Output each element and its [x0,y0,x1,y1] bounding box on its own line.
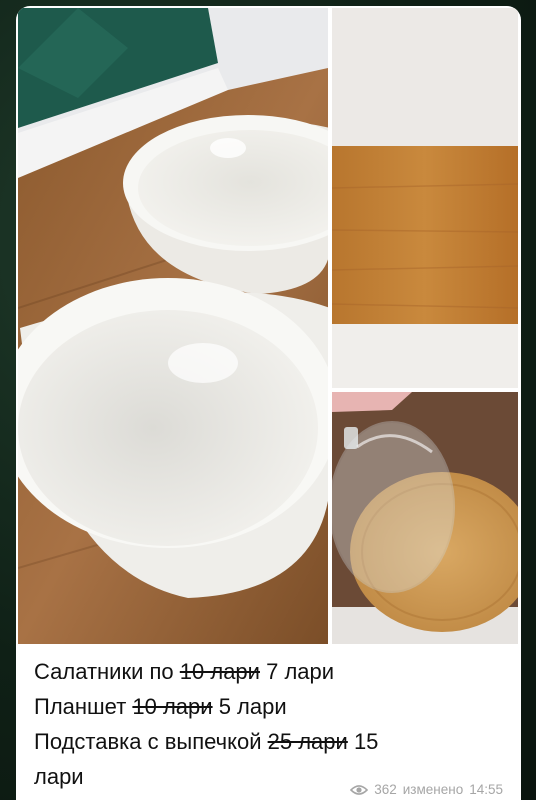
wooden-board-image [332,8,518,388]
photo-wooden-board[interactable] [332,8,518,388]
caption-line-cake-stand: Подставка с выпечкой 25 лари 15 [34,724,504,759]
item-label: Планшет [34,694,127,719]
caption-line-salad-bowls: Салатники по 10 лари 7 лари [34,654,504,689]
message-caption: Салатники по 10 лари 7 лари Планшет 10 л… [34,654,504,794]
item-label: Салатники по [34,659,174,684]
caption-line-tablet: Планшет 10 лари 5 лари [34,689,504,724]
message-meta: 362 изменено 14:55 [350,782,503,797]
message-bubble: Салатники по 10 лари 7 лари Планшет 10 л… [16,6,521,800]
old-price: 10 лари [132,694,213,719]
old-price: 25 лари [267,729,348,754]
photo-cake-stand[interactable] [332,392,518,644]
edited-label: изменено [402,782,464,797]
new-price: 7 лари [266,659,335,684]
new-price: 5 лари [218,694,287,719]
new-price-continuation: лари [34,764,84,789]
new-price: 15 [353,729,379,754]
old-price: 10 лари [179,659,260,684]
photo-salad-bowls[interactable] [18,8,328,644]
salad-bowls-image [18,8,328,644]
item-label: Подставка с выпечкой [34,729,262,754]
eye-icon [350,784,369,796]
cake-stand-image [332,392,518,644]
views-count: 362 [374,782,397,797]
message-time: 14:55 [469,782,503,797]
